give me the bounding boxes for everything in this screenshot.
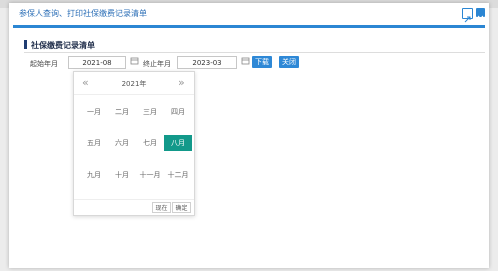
close-button[interactable]: 关闭: [279, 56, 299, 68]
maximize-icon[interactable]: [462, 8, 473, 23]
month-jan[interactable]: 一月: [80, 104, 108, 120]
calendar-icon[interactable]: [129, 56, 139, 69]
month-jun[interactable]: 六月: [108, 135, 136, 151]
end-month-label: 终止年月: [143, 60, 171, 68]
month-aug-selected[interactable]: 八月: [164, 135, 192, 151]
month-feb[interactable]: 二月: [108, 104, 136, 120]
start-month-label: 起始年月: [30, 60, 58, 68]
month-may[interactable]: 五月: [80, 135, 108, 151]
ok-button[interactable]: 确定: [172, 202, 191, 213]
section-marker: [24, 40, 27, 49]
start-month-field[interactable]: 2021-08: [68, 56, 126, 69]
end-month-field[interactable]: 2023-03: [177, 56, 237, 69]
now-button[interactable]: 现在: [152, 202, 171, 213]
month-oct[interactable]: 十月: [108, 167, 136, 183]
month-apr[interactable]: 四月: [164, 104, 192, 120]
month-dec[interactable]: 十二月: [164, 167, 192, 183]
picker-header-divider: [74, 94, 194, 95]
picker-footer-divider: [74, 199, 194, 200]
social-security-dialog: 参保人查询、打印社保缴费记录清单 社保缴费记录清单 起始年月 2021-08 终…: [9, 3, 489, 268]
section-title: 社保缴费记录清单: [31, 41, 95, 50]
month-sep[interactable]: 九月: [80, 167, 108, 183]
dialog-title: 参保人查询、打印社保缴费记录清单: [19, 9, 147, 18]
month-mar[interactable]: 三月: [136, 104, 164, 120]
download-button[interactable]: 下载: [252, 56, 272, 68]
title-underline: [13, 25, 485, 28]
section-divider: [24, 52, 485, 53]
month-jul[interactable]: 七月: [136, 135, 164, 151]
dialog-titlebar: 参保人查询、打印社保缴费记录清单: [9, 3, 489, 25]
month-picker: « 2021年 » 一月 二月 三月 四月 五月 六月 七月 八月 九月 十月 …: [73, 71, 195, 216]
picker-year[interactable]: 2021年: [74, 79, 194, 89]
next-year-icon[interactable]: »: [178, 76, 185, 90]
calendar-icon[interactable]: [240, 56, 250, 69]
close-icon[interactable]: [476, 8, 485, 22]
month-nov[interactable]: 十一月: [136, 167, 164, 183]
